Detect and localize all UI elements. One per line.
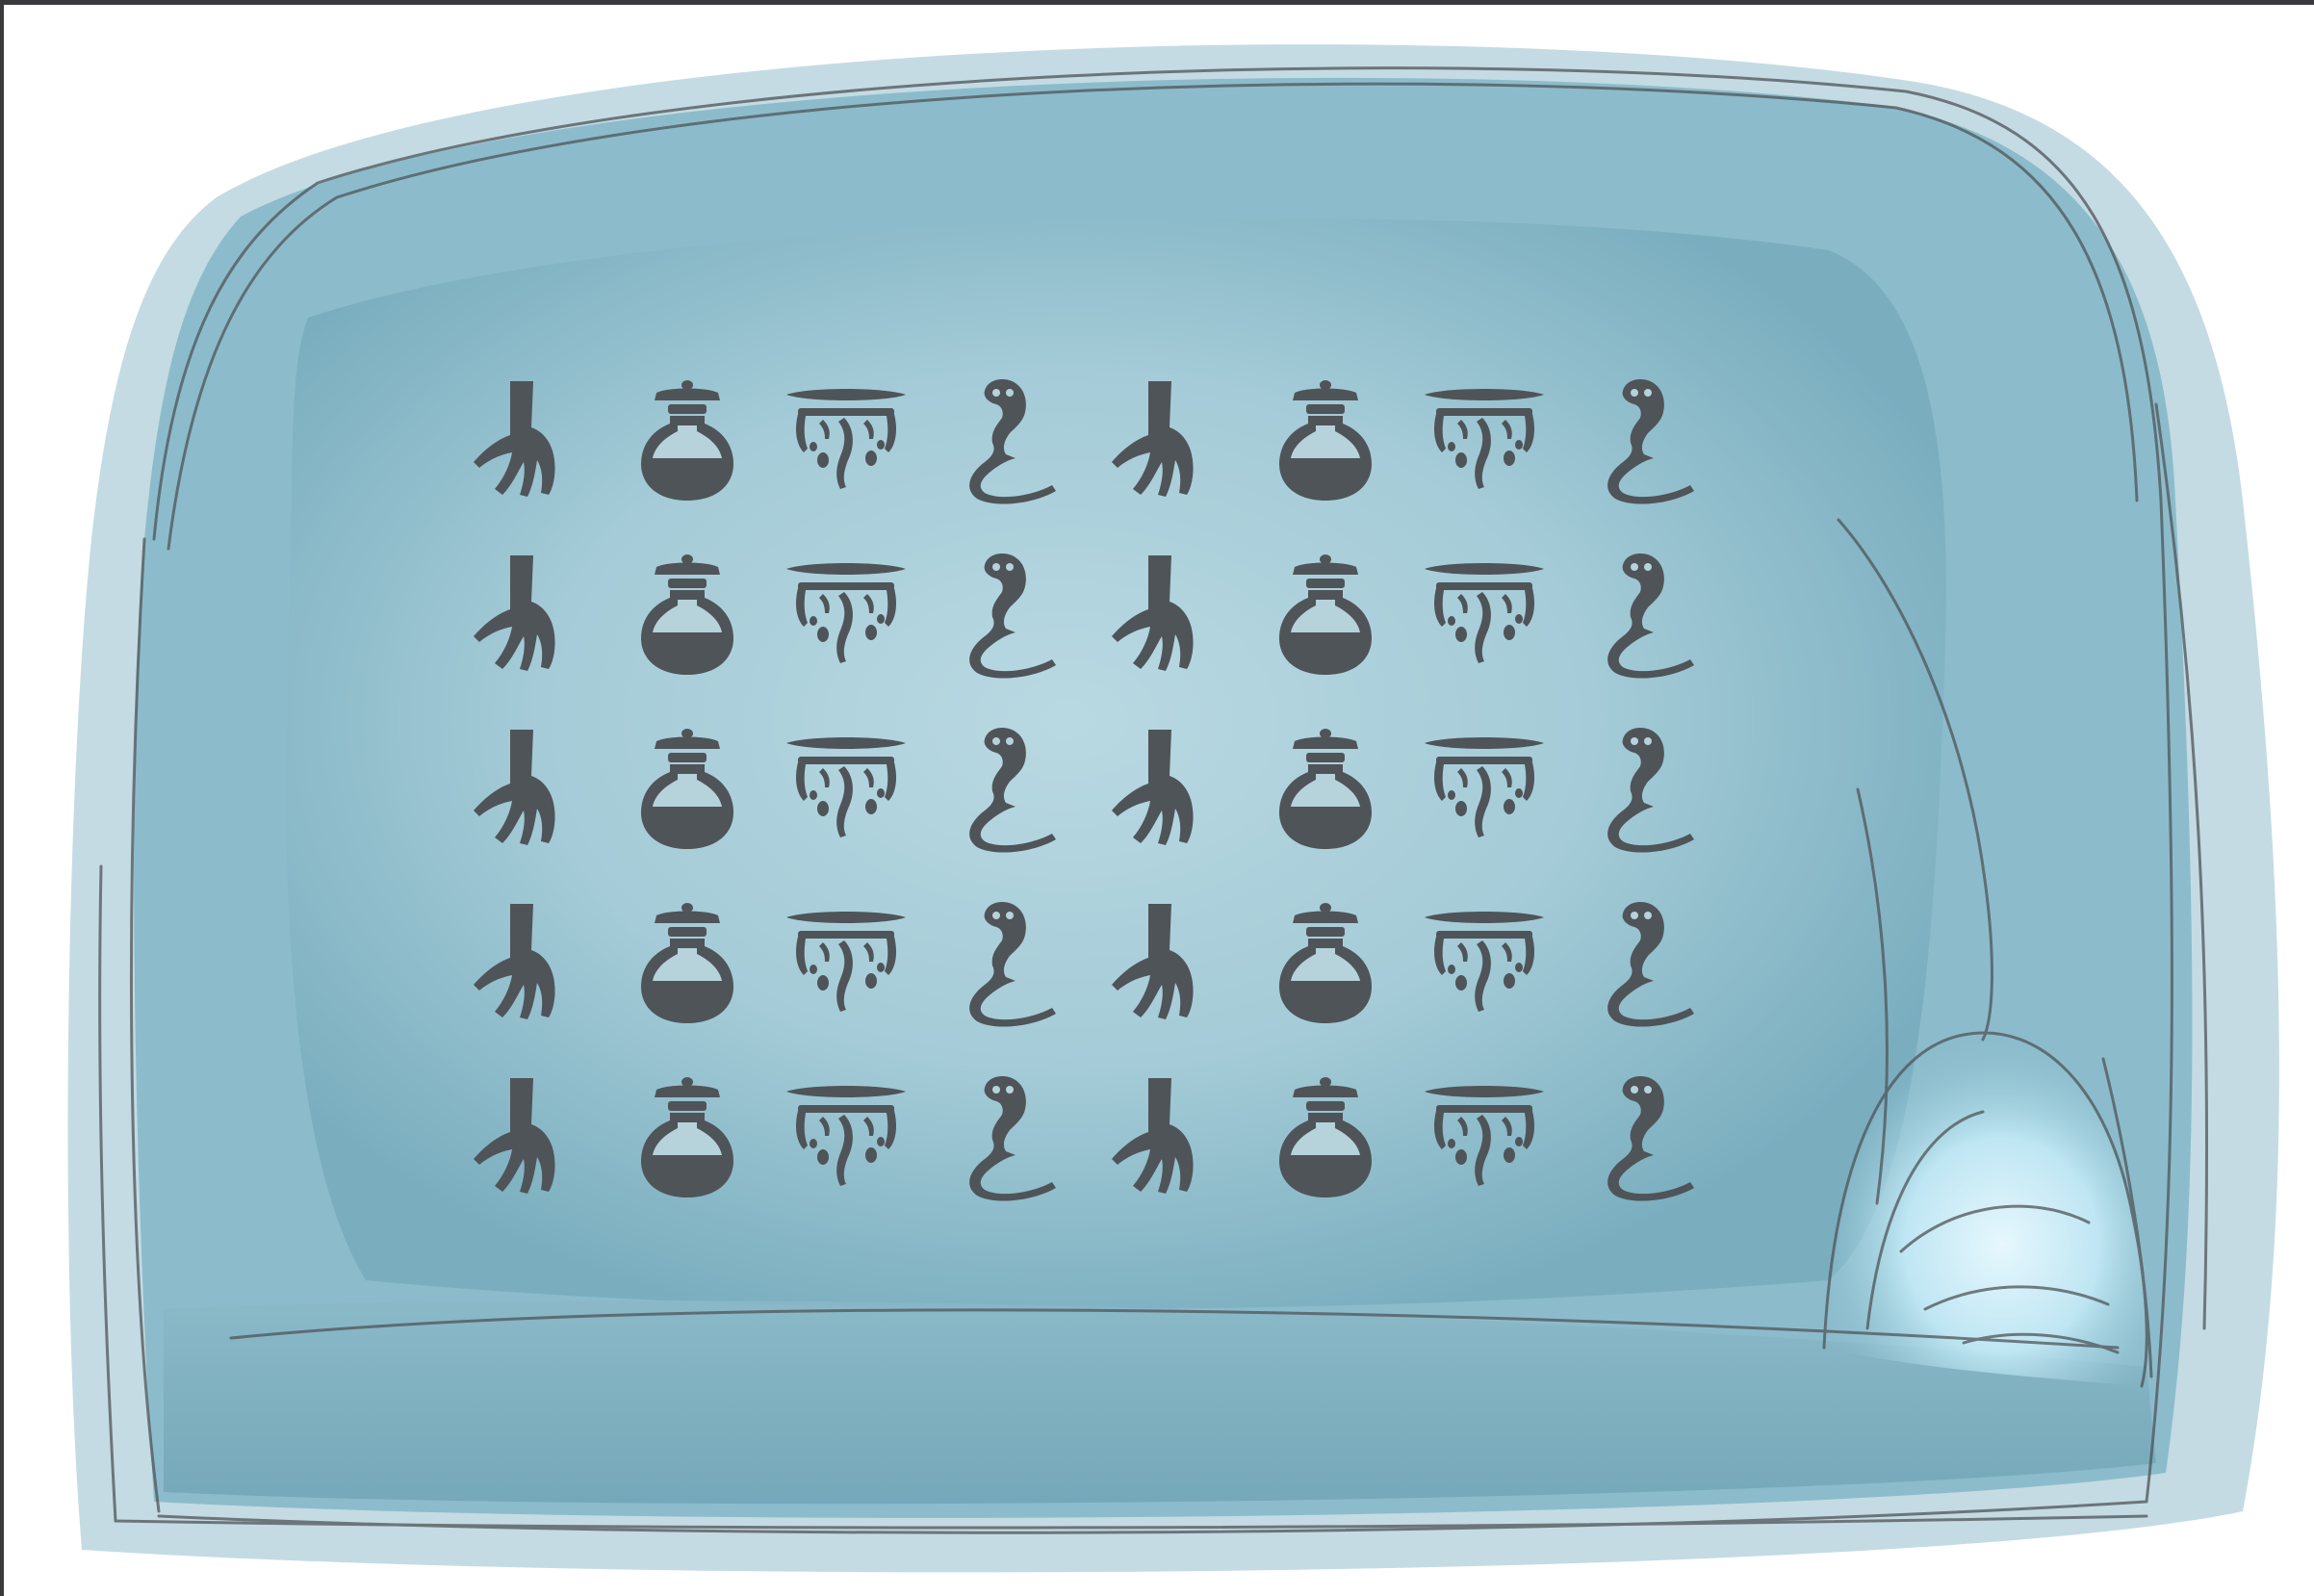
glyph-cell[interactable] — [1246, 526, 1405, 700]
glyph-cell[interactable] — [1246, 1049, 1405, 1223]
cobra-icon — [1607, 1076, 1695, 1201]
glyph-cell[interactable] — [1564, 526, 1724, 700]
rain-cloud-icon — [786, 388, 907, 489]
glyph-cell[interactable] — [1086, 526, 1246, 700]
glyph-cell[interactable] — [448, 351, 607, 526]
jar-icon — [640, 903, 733, 1024]
cobra-icon — [1607, 378, 1695, 504]
hand-icon — [1111, 1078, 1194, 1195]
rain-cloud-icon — [786, 912, 907, 1013]
cobra-icon — [969, 553, 1057, 679]
glyph-cell[interactable] — [607, 875, 767, 1049]
hand-icon — [473, 380, 555, 497]
glyph-cell[interactable] — [767, 1049, 927, 1223]
glyph-cell[interactable] — [1405, 875, 1565, 1049]
glyph-cell[interactable] — [1246, 351, 1405, 526]
glyph-cell[interactable] — [1405, 700, 1565, 874]
glyph-cell[interactable] — [448, 875, 607, 1049]
hand-icon — [1111, 904, 1194, 1020]
glyph-cell[interactable] — [926, 700, 1086, 874]
glyph-cell[interactable] — [1086, 351, 1246, 526]
glyph-cell[interactable] — [607, 700, 767, 874]
glyph-cell[interactable] — [1086, 875, 1246, 1049]
glyph-cell[interactable] — [1564, 351, 1724, 526]
hand-icon — [1111, 554, 1194, 671]
glyph-cell[interactable] — [1246, 875, 1405, 1049]
glyph-cell[interactable] — [1086, 1049, 1246, 1223]
hand-icon — [473, 1078, 555, 1195]
glyph-cell[interactable] — [607, 351, 767, 526]
glyph-cell[interactable] — [1086, 700, 1246, 874]
hand-icon — [1111, 729, 1194, 845]
glyph-cell[interactable] — [607, 1049, 767, 1223]
glyph-cell[interactable] — [926, 351, 1086, 526]
hand-icon — [473, 554, 555, 671]
rain-cloud-icon — [786, 562, 907, 663]
cobra-icon — [969, 902, 1057, 1027]
jar-icon — [640, 379, 733, 501]
glyph-cell[interactable] — [926, 1049, 1086, 1223]
rain-cloud-icon — [1425, 388, 1545, 489]
jar-icon — [1278, 1077, 1372, 1198]
rain-cloud-icon — [1425, 1086, 1545, 1187]
glyph-cell[interactable] — [1246, 700, 1405, 874]
cobra-icon — [969, 727, 1057, 853]
jar-icon — [640, 1077, 733, 1198]
jar-icon — [640, 553, 733, 675]
glyph-cell[interactable] — [1564, 875, 1724, 1049]
rain-cloud-icon — [1425, 736, 1545, 837]
glyph-cell[interactable] — [1405, 526, 1565, 700]
glyph-cell[interactable] — [926, 526, 1086, 700]
cobra-icon — [1607, 553, 1695, 679]
glyph-cell[interactable] — [607, 526, 767, 700]
glyph-cell[interactable] — [1405, 1049, 1565, 1223]
glyph-cell[interactable] — [767, 700, 927, 874]
rain-cloud-icon — [786, 1086, 907, 1187]
glyph-cell[interactable] — [767, 875, 927, 1049]
hand-icon — [1111, 380, 1194, 497]
glyph-grid — [448, 351, 1724, 1223]
rain-cloud-icon — [786, 736, 907, 837]
jar-icon — [1278, 379, 1372, 501]
cobra-icon — [969, 1076, 1057, 1201]
jar-icon — [1278, 903, 1372, 1024]
glyph-cell[interactable] — [1405, 351, 1565, 526]
cobra-icon — [969, 378, 1057, 504]
glyph-cell[interactable] — [767, 526, 927, 700]
glyph-cell[interactable] — [1564, 700, 1724, 874]
glyph-cell[interactable] — [767, 351, 927, 526]
hand-icon — [473, 729, 555, 845]
cobra-icon — [1607, 727, 1695, 853]
glyph-cell[interactable] — [926, 875, 1086, 1049]
rain-cloud-icon — [1425, 562, 1545, 663]
jar-icon — [1278, 553, 1372, 675]
hand-icon — [473, 904, 555, 1020]
glyph-cell[interactable] — [1564, 1049, 1724, 1223]
glyph-cell[interactable] — [448, 700, 607, 874]
jar-icon — [1278, 728, 1372, 849]
cobra-icon — [1607, 902, 1695, 1027]
glyph-cell[interactable] — [448, 1049, 607, 1223]
glyph-cell[interactable] — [448, 526, 607, 700]
rain-cloud-icon — [1425, 912, 1545, 1013]
jar-icon — [640, 728, 733, 849]
